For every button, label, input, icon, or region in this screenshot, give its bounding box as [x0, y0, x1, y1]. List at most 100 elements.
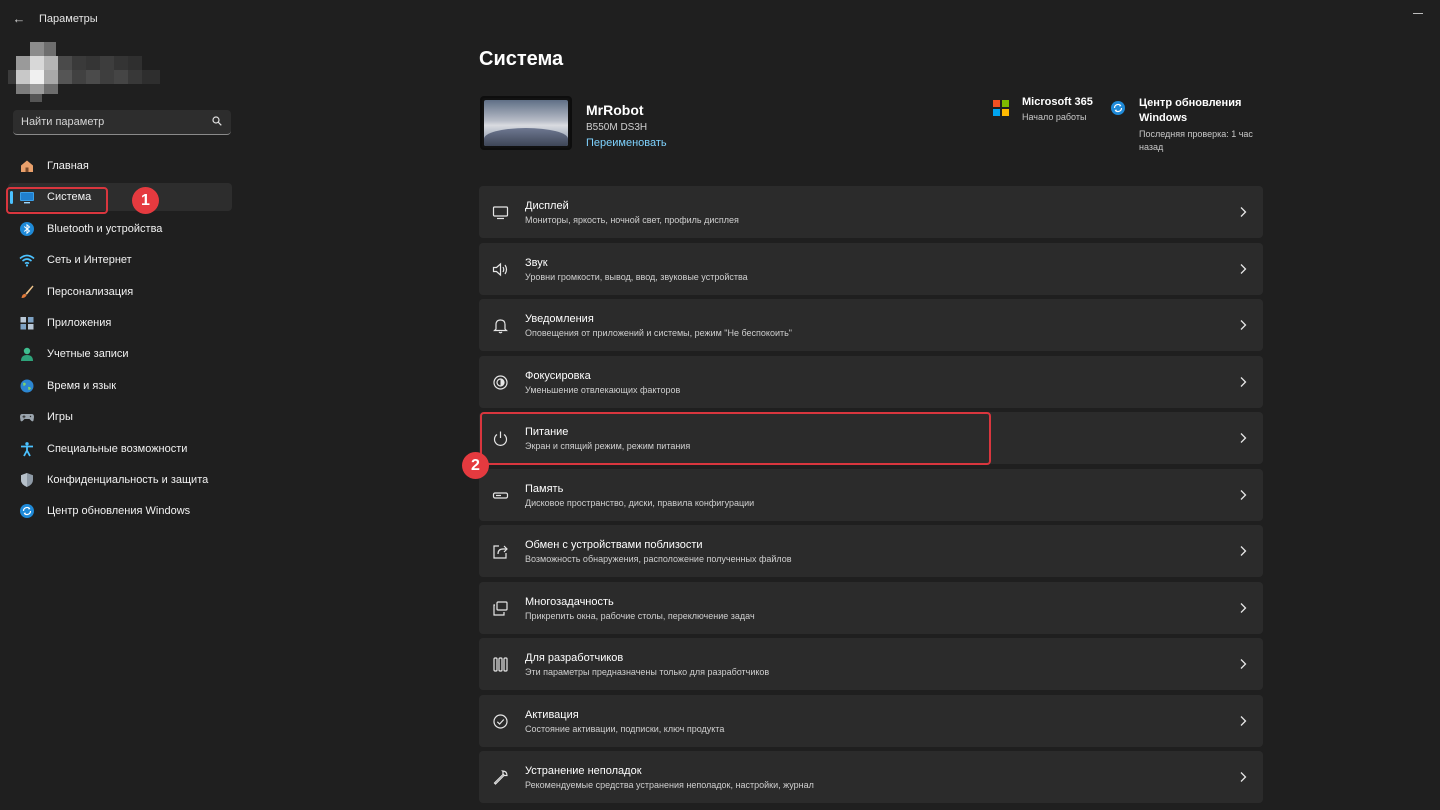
app-title: Параметры [39, 13, 98, 25]
sidebar-item-label: Игры [47, 411, 73, 424]
settings-card-notifications[interactable]: Уведомления Оповещения от приложений и с… [479, 299, 1263, 351]
apps-icon [20, 316, 34, 330]
card-title: Дисплей [525, 200, 569, 212]
update-icon [1111, 101, 1125, 115]
card-subtitle: Состояние активации, подписки, ключ прод… [525, 723, 725, 734]
card-subtitle: Эти параметры предназначены только для р… [525, 667, 770, 677]
chevron-right-icon [1240, 376, 1247, 387]
sidebar-item-time-language[interactable]: Время и язык [8, 372, 232, 400]
card-subtitle: Оповещения от приложений и системы, режи… [525, 328, 792, 338]
step-badge-1: 1 [132, 187, 159, 214]
settings-card-troubleshoot[interactable]: Устранение неполадок Рекомендуемые средс… [479, 751, 1263, 803]
focus-icon [493, 374, 508, 390]
brush-icon [21, 285, 34, 298]
settings-card-activation[interactable]: Активация Состояние активации, подписки,… [479, 694, 1263, 747]
search-icon[interactable] [212, 116, 222, 126]
device-thumbnail [480, 96, 572, 150]
sidebar-item-network[interactable]: Сеть и Интернет [8, 246, 232, 274]
update-subtitle: Последняя проверка: 1 час назад [1139, 129, 1253, 152]
sidebar-item-privacy[interactable]: Конфиденциальность и защита [8, 466, 232, 494]
sidebar-item-accounts[interactable]: Учетные записи [8, 340, 232, 368]
card-title: Устранение неполадок [525, 765, 642, 777]
settings-card-display[interactable]: Дисплей Мониторы, яркость, ночной свет, … [479, 186, 1263, 238]
settings-card-sound[interactable]: Звук Уровни громкости, вывод, ввод, звук… [479, 242, 1263, 295]
card-title: Уведомления [525, 313, 594, 325]
chevron-right-icon [1240, 546, 1247, 556]
wrench-icon [493, 770, 508, 785]
sidebar-item-apps[interactable]: Приложения [8, 309, 232, 337]
back-arrow-icon[interactable]: ← [10, 10, 28, 28]
settings-card-multitasking[interactable]: Многозадачность Прикрепить окна, рабочие… [479, 581, 1263, 634]
card-title: Память [525, 482, 564, 495]
sidebar-item-label: Специальные возможности [47, 442, 188, 455]
card-title: Для разработчиков [525, 652, 624, 664]
page-title: Система [479, 48, 564, 70]
card-title: Обмен с устройствами поблизости [525, 539, 703, 551]
ms365-title: Microsoft 365 [1022, 96, 1093, 108]
developer-icon [493, 657, 508, 672]
highlight-box-power [480, 412, 991, 465]
card-title: Фокусировка [525, 369, 591, 382]
card-title: Активация [525, 708, 579, 721]
activation-icon [493, 713, 508, 729]
card-subtitle: Мониторы, яркость, ночной свет, профиль … [525, 215, 739, 225]
sidebar-item-accessibility[interactable]: Специальные возможности [8, 435, 232, 463]
sidebar-item-label: Центр обновления Windows [47, 505, 191, 518]
settings-card-nearby-sharing[interactable]: Обмен с устройствами поблизости Возможно… [479, 525, 1263, 577]
update-title: Центр обновления Windows [1139, 97, 1242, 124]
home-icon [21, 160, 33, 172]
gamepad-icon [20, 414, 34, 422]
storage-icon [492, 491, 509, 499]
sidebar-item-label: Главная [47, 160, 89, 172]
settings-card-developers[interactable]: Для разработчиков Эти параметры предназн… [479, 638, 1263, 690]
windows-update-tile[interactable]: Центр обновления Windows Последняя прове… [1110, 96, 1262, 156]
accessibility-icon [21, 441, 33, 456]
rename-link[interactable]: Переименовать [586, 137, 667, 149]
share-icon [493, 545, 508, 559]
globe-icon [20, 379, 34, 393]
bluetooth-icon [20, 221, 34, 236]
device-name: MrRobot [586, 102, 644, 118]
sidebar-item-windows-update[interactable]: Центр обновления Windows [8, 497, 232, 525]
card-subtitle: Прикрепить окна, рабочие столы, переключ… [525, 610, 755, 621]
card-title: Звук [525, 256, 548, 269]
sidebar-item-home[interactable]: Главная [8, 152, 232, 180]
wifi-icon [19, 254, 35, 267]
title-bar: ← Параметры [0, 0, 1440, 38]
chevron-right-icon [1240, 263, 1247, 274]
speaker-icon [492, 262, 508, 276]
sidebar-item-label: Персонализация [47, 285, 134, 298]
sidebar-item-label: Время и язык [47, 379, 117, 392]
highlight-box-system [6, 187, 108, 214]
card-subtitle: Рекомендуемые средства устранения непола… [525, 780, 814, 790]
chevron-right-icon [1240, 433, 1247, 443]
account-icon [21, 348, 33, 362]
search-box[interactable] [13, 110, 231, 135]
settings-list: Дисплей Мониторы, яркость, ночной свет, … [479, 186, 1263, 808]
ms365-subtitle: Начало работы [1022, 112, 1087, 122]
sidebar-item-personalization[interactable]: Персонализация [8, 278, 232, 306]
step-badge-2: 2 [462, 452, 489, 479]
update-icon [20, 504, 34, 519]
settings-card-focus[interactable]: Фокусировка Уменьшение отвлекающих факто… [479, 355, 1263, 408]
sidebar-item-label: Приложения [47, 316, 112, 329]
card-subtitle: Дисковое пространство, диски, правила ко… [525, 497, 755, 508]
card-subtitle: Возможность обнаружения, расположение по… [525, 554, 792, 564]
device-model: B550M DS3H [586, 122, 648, 133]
search-input[interactable] [21, 114, 201, 130]
chevron-right-icon [1240, 659, 1247, 669]
settings-card-storage[interactable]: Память Дисковое пространство, диски, пра… [479, 468, 1263, 521]
chevron-right-icon [1240, 772, 1247, 782]
minimize-button[interactable] [1412, 6, 1426, 20]
avatar[interactable] [8, 42, 160, 102]
card-title: Многозадачность [525, 595, 614, 608]
microsoft-logo-icon [993, 100, 1009, 116]
microsoft-365-tile[interactable]: Microsoft 365 Начало работы [993, 96, 1093, 126]
chevron-right-icon [1240, 715, 1247, 726]
chevron-right-icon [1240, 320, 1247, 330]
sidebar-item-gaming[interactable]: Игры [8, 403, 232, 431]
card-subtitle: Уровни громкости, вывод, ввод, звуковые … [525, 271, 748, 282]
sidebar-item-label: Сеть и Интернет [47, 254, 132, 267]
chevron-right-icon [1240, 602, 1247, 613]
sidebar-item-bluetooth[interactable]: Bluetooth и устройства [8, 215, 232, 243]
